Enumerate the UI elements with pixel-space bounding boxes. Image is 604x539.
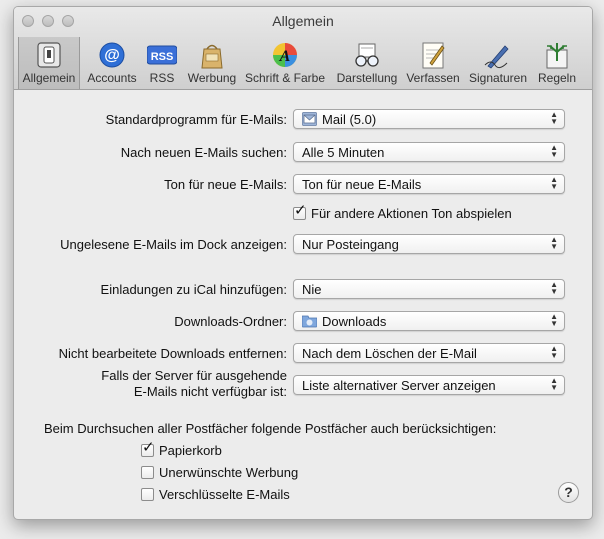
preferences-window: Allgemein Allgemein @ Accounts RSS RSS W… — [13, 6, 593, 520]
popup-value: Nach dem Löschen der E-Mail — [302, 346, 477, 361]
help-button[interactable]: ? — [558, 482, 579, 503]
signature-pen-icon — [484, 45, 509, 69]
server-unavailable-label-line1: Falls der Server für ausgehende — [101, 368, 287, 383]
popup-value: Mail (5.0) — [322, 112, 377, 127]
general-settings-pane: Standardprogramm für E-Mails: Mail (5.0)… — [14, 90, 592, 519]
tab-schrift-farbe[interactable]: A Schrift & Farbe — [242, 37, 328, 89]
popup-value: Nie — [302, 282, 322, 297]
tab-label: Schrift & Farbe — [244, 71, 326, 85]
tab-darstellung[interactable]: Darstellung — [332, 37, 402, 89]
folder-icon — [302, 315, 317, 328]
switch-icon — [37, 42, 61, 68]
up-down-arrows-icon: ▲ ▼ — [550, 312, 558, 328]
tab-label: Verfassen — [406, 71, 460, 85]
search-junk-checkbox[interactable]: Unerwünschte Werbung — [141, 465, 298, 480]
new-mail-sound-label: Ton für neue E-Mails: — [164, 177, 287, 192]
tab-werbung[interactable]: Werbung — [184, 37, 240, 89]
downloads-folder-label: Downloads-Ordner: — [174, 314, 287, 329]
tab-rss[interactable]: RSS RSS — [142, 37, 182, 89]
checkbox-label: Unerwünschte Werbung — [159, 465, 299, 480]
tab-label: Darstellung — [336, 71, 398, 85]
tab-verfassen[interactable]: Verfassen — [404, 37, 462, 89]
popup-value: Downloads — [322, 314, 387, 329]
up-down-arrows-icon: ▲ ▼ — [550, 376, 558, 392]
font-color-wheel-icon: A — [273, 43, 297, 67]
tab-label: Allgemein — [22, 71, 76, 85]
tab-allgemein[interactable]: Allgemein — [18, 37, 80, 89]
tab-signaturen[interactable]: Signaturen — [466, 37, 530, 89]
junk-bag-icon — [201, 44, 223, 69]
search-trash-checkbox[interactable]: ✓ Papierkorb — [141, 440, 222, 458]
search-encrypted-checkbox[interactable]: Verschlüsselte E-Mails — [141, 487, 290, 502]
downloads-folder-popup[interactable]: Downloads ▲ ▼ — [293, 311, 565, 331]
tab-regeln[interactable]: Regeln — [532, 37, 582, 89]
ical-invites-label: Einladungen zu iCal hinzufügen: — [100, 282, 287, 297]
checkbox-label: Für andere Aktionen Ton abspielen — [311, 206, 512, 221]
new-mail-sound-popup[interactable]: Ton für neue E-Mails ▲ ▼ — [293, 174, 565, 194]
checkbox-label: Verschlüsselte E-Mails — [159, 487, 290, 502]
popup-value: Liste alternativer Server anzeigen — [302, 378, 496, 393]
preferences-toolbar: Allgemein @ Accounts RSS RSS Werbung A S… — [14, 37, 592, 89]
default-mail-popup[interactable]: Mail (5.0) ▲ ▼ — [293, 109, 565, 129]
up-down-arrows-icon: ▲ ▼ — [550, 280, 558, 296]
checkbox-box[interactable] — [141, 466, 154, 479]
tab-label: RSS — [149, 71, 175, 85]
ical-invites-popup[interactable]: Nie ▲ ▼ — [293, 279, 565, 299]
tab-accounts[interactable]: @ Accounts — [84, 37, 140, 89]
check-new-mail-popup[interactable]: Alle 5 Minuten ▲ ▼ — [293, 142, 565, 162]
svg-text:RSS: RSS — [151, 51, 174, 63]
at-sign-icon: @ — [99, 42, 125, 68]
up-down-arrows-icon: ▲ ▼ — [550, 110, 558, 126]
tab-label: Werbung — [187, 71, 237, 85]
checkmark-icon: ✓ — [294, 202, 307, 219]
dock-unread-popup[interactable]: Nur Posteingang ▲ ▼ — [293, 234, 565, 254]
checkbox-box[interactable] — [141, 488, 154, 501]
svg-text:@: @ — [104, 47, 120, 64]
tab-label: Signaturen — [468, 71, 528, 85]
other-actions-sound-checkbox[interactable]: ✓ Für andere Aktionen Ton abspielen — [293, 203, 512, 221]
svg-text:A: A — [279, 48, 291, 65]
mail-app-icon — [302, 112, 317, 126]
checkbox-box[interactable]: ✓ — [141, 440, 155, 457]
pen-paper-icon — [422, 42, 445, 69]
glasses-icon — [355, 43, 379, 67]
dock-unread-label: Ungelesene E-Mails im Dock anzeigen: — [60, 237, 287, 252]
tab-label: Accounts — [87, 71, 137, 85]
tab-label: Regeln — [537, 71, 577, 85]
default-mail-label: Standardprogramm für E-Mails: — [105, 112, 287, 127]
checkmark-icon: ✓ — [142, 439, 155, 456]
up-down-arrows-icon: ▲ ▼ — [550, 143, 558, 159]
up-down-arrows-icon: ▲ ▼ — [550, 235, 558, 251]
search-mailboxes-heading: Beim Durchsuchen aller Postfächer folgen… — [44, 421, 497, 436]
check-new-mail-label: Nach neuen E-Mails suchen: — [120, 145, 287, 160]
popup-value: Nur Posteingang — [302, 237, 399, 252]
checkbox-label: Papierkorb — [159, 443, 222, 458]
popup-value: Alle 5 Minuten — [302, 145, 385, 160]
rss-icon: RSS — [147, 45, 177, 65]
rules-icon — [546, 43, 568, 69]
remove-downloads-popup[interactable]: Nach dem Löschen der E-Mail ▲ ▼ — [293, 343, 565, 363]
server-unavailable-label-line2: E-Mails nicht verfügbar ist: — [133, 384, 287, 399]
up-down-arrows-icon: ▲ ▼ — [550, 344, 558, 360]
remove-downloads-label: Nicht bearbeitete Downloads entfernen: — [58, 346, 287, 361]
checkbox-box[interactable]: ✓ — [293, 203, 307, 220]
titlebar: Allgemein Allgemein @ Accounts RSS RSS W… — [14, 7, 592, 90]
window-title: Allgemein — [272, 13, 334, 29]
up-down-arrows-icon: ▲ ▼ — [550, 175, 558, 191]
server-unavailable-popup[interactable]: Liste alternativer Server anzeigen ▲ ▼ — [293, 375, 565, 395]
popup-value: Ton für neue E-Mails — [302, 177, 422, 192]
